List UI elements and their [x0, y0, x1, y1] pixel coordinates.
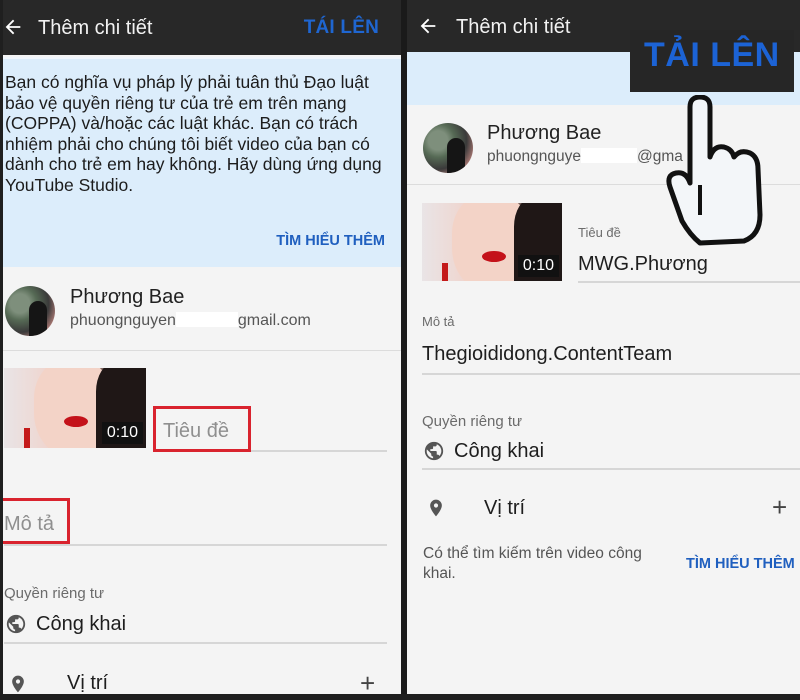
privacy-underline: [422, 468, 800, 470]
account-email: phuongnguyen gmail.com: [70, 312, 311, 329]
description-highlight-box: [0, 498, 70, 544]
location-pin-icon: [12, 675, 24, 693]
left-screen: Thêm chi tiết TÁI LÊN Bạn có nghĩa vụ ph…: [0, 0, 401, 700]
globe-icon: [424, 441, 444, 461]
coppa-notice-text: Bạn có nghĩa vụ pháp lý phải tuân thủ Đạ…: [5, 72, 382, 195]
page-title: Thêm chi tiết: [456, 16, 571, 38]
title-input[interactable]: MWG.Phương: [578, 253, 708, 276]
screen-bottom-edge: [0, 694, 800, 700]
video-duration: 0:10: [101, 422, 143, 444]
add-location-icon[interactable]: +: [360, 670, 375, 696]
avatar: [423, 123, 473, 173]
location-label[interactable]: Vị trí: [484, 497, 525, 520]
privacy-value[interactable]: Công khai: [454, 440, 544, 463]
avatar: [5, 286, 55, 336]
account-name: Phương Bae: [70, 286, 185, 308]
add-location-icon[interactable]: +: [772, 494, 787, 520]
frame-edge: [0, 0, 3, 700]
description-underline: [422, 373, 800, 375]
description-underline: [4, 544, 387, 546]
description-input[interactable]: Thegioididong.ContentTeam: [422, 343, 672, 366]
back-arrow-icon[interactable]: [2, 16, 24, 38]
privacy-label: Quyền riêng tư: [4, 585, 105, 602]
coppa-notice: Bạn có nghĩa vụ pháp lý phải tuân thủ Đạ…: [0, 57, 401, 267]
upload-button[interactable]: TẢI LÊN: [644, 36, 780, 75]
video-thumbnail[interactable]: 0:10: [422, 203, 562, 281]
title-highlight-box: [153, 406, 251, 452]
location-label[interactable]: Vị trí: [67, 672, 108, 695]
learn-more-link[interactable]: TÌM HIỂU THÊM: [686, 556, 795, 572]
tap-hand-icon: [666, 95, 763, 246]
video-thumbnail[interactable]: 0:10: [4, 368, 146, 448]
privacy-underline: [4, 642, 387, 644]
privacy-label: Quyền riêng tư: [422, 413, 523, 430]
back-arrow-icon[interactable]: [417, 15, 439, 37]
globe-icon: [6, 614, 26, 634]
account-name: Phương Bae: [487, 122, 602, 144]
title-underline: [578, 281, 800, 283]
account-row: Phương Bae phuongnguyen gmail.com: [0, 269, 401, 351]
page-title: Thêm chi tiết: [38, 17, 153, 39]
privacy-value[interactable]: Công khai: [36, 613, 126, 636]
location-pin-icon: [430, 499, 442, 517]
upload-button-callout[interactable]: TẢI LÊN: [630, 30, 794, 92]
description-label: Mô tả: [422, 314, 455, 329]
learn-more-link[interactable]: TÌM HIỂU THÊM: [276, 233, 385, 249]
searchable-hint: Có thể tìm kiếm trên video công khai.: [423, 545, 642, 582]
title-label: Tiêu đề: [578, 225, 621, 240]
upload-button[interactable]: TÁI LÊN: [304, 17, 379, 39]
app-bar: Thêm chi tiết TÁI LÊN: [0, 0, 401, 55]
video-duration: 0:10: [517, 255, 559, 277]
account-email: phuongnguye @gma: [487, 148, 683, 165]
